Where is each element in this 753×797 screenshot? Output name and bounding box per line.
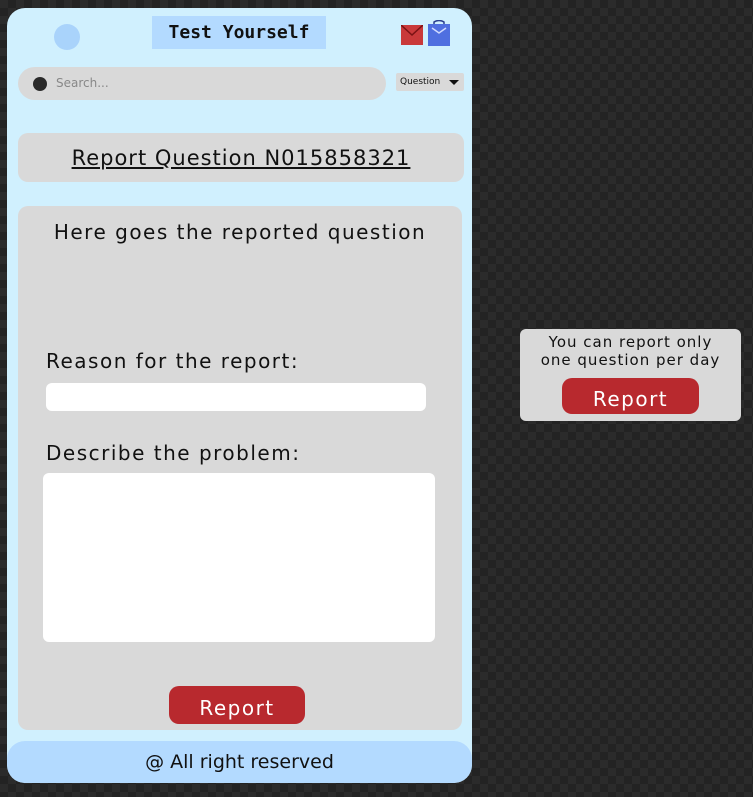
reason-input[interactable] bbox=[46, 383, 426, 411]
describe-textarea[interactable] bbox=[43, 473, 435, 642]
footer: @ All right reserved bbox=[7, 741, 472, 783]
chevron-down-icon bbox=[449, 80, 459, 85]
search-input[interactable]: Search... bbox=[56, 67, 109, 100]
popup-message: You can report only one question per day bbox=[520, 333, 741, 369]
popup-report-button[interactable]: Report bbox=[562, 378, 699, 414]
app-title: Test Yourself bbox=[152, 16, 326, 49]
page-title-card: Report Question N015858321 bbox=[18, 133, 464, 182]
bag-icon[interactable] bbox=[428, 20, 450, 46]
filter-select-value: Question bbox=[400, 77, 441, 87]
reason-label: Reason for the report: bbox=[46, 349, 300, 373]
mail-icon[interactable] bbox=[401, 25, 423, 45]
search-icon bbox=[33, 77, 47, 91]
report-form: Here goes the reported question Reason f… bbox=[18, 206, 462, 730]
search-bar[interactable]: Search... bbox=[18, 67, 386, 100]
filter-select[interactable]: Question bbox=[396, 73, 464, 91]
footer-text: @ All right reserved bbox=[145, 751, 334, 773]
report-button[interactable]: Report bbox=[169, 686, 305, 724]
describe-label: Describe the problem: bbox=[46, 441, 301, 465]
popup-message-line1: You can report only bbox=[548, 333, 713, 351]
phone-frame: Test Yourself Search... Question Report … bbox=[7, 8, 472, 783]
page-title: Report Question N015858321 bbox=[71, 145, 411, 170]
avatar[interactable] bbox=[54, 24, 80, 50]
popup-message-line2: one question per day bbox=[540, 351, 721, 369]
report-limit-popup: You can report only one question per day… bbox=[520, 329, 741, 421]
reported-question-text: Here goes the reported question bbox=[53, 220, 427, 244]
